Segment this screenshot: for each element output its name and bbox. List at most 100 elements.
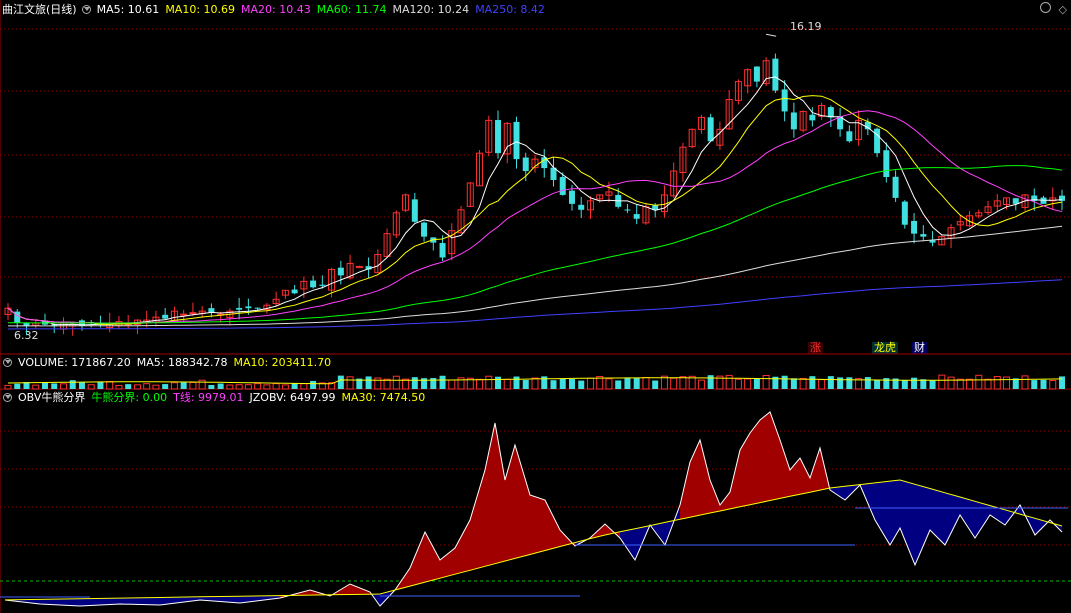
volume-bar-102 [947, 376, 955, 390]
volume-bar-73 [679, 376, 687, 390]
candle-body-91 [846, 131, 853, 142]
volume-bar-87 [809, 376, 816, 389]
ma120-line [8, 225, 1063, 327]
candle-body-83 [772, 58, 779, 91]
volume-bar-84 [781, 375, 788, 389]
obv-fill-52 [890, 480, 900, 545]
obv-fill-58 [975, 501, 990, 538]
volume-bar-32 [300, 383, 308, 390]
volume-bar-94 [874, 380, 881, 389]
volume-bar-40 [374, 377, 382, 390]
volume-bar-79 [734, 378, 742, 390]
candle-body-99 [920, 234, 927, 237]
candle-body-20 [189, 312, 197, 315]
volume-bar-90 [837, 377, 844, 389]
candle-body-47 [439, 243, 446, 258]
volume-bar-47 [439, 375, 446, 389]
obv-fill-45 [800, 458, 810, 495]
volume-bar-51 [476, 378, 484, 390]
obv-fill-14 [410, 532, 425, 587]
volume-bar-69 [642, 377, 650, 390]
volume-bar-12 [115, 384, 123, 390]
obv-fill-54 [915, 484, 930, 565]
volume-bar-72 [670, 377, 678, 390]
volume-bar-42 [392, 375, 400, 390]
volume-bar-104 [966, 378, 974, 390]
obv-fill-46 [810, 448, 820, 493]
volume-bar-108 [1003, 376, 1011, 390]
volume-bar-8 [78, 382, 85, 389]
candle-body-27 [254, 307, 261, 309]
obv-fill-29 [620, 528, 635, 560]
volume-bar-7 [69, 380, 76, 389]
volume-bar-88 [818, 379, 826, 390]
volume-bar-48 [448, 379, 456, 390]
volume-bar-4 [41, 381, 48, 389]
volume-bar-67 [624, 377, 631, 389]
candle-body-100 [929, 240, 936, 243]
candle-body-62 [578, 204, 585, 210]
obv-fill-43 [780, 440, 790, 499]
volume-bar-112 [1040, 379, 1047, 389]
volume-bar-19 [180, 382, 187, 389]
volume-bar-70 [652, 380, 659, 389]
volume-bar-31 [291, 383, 298, 389]
volume-bar-75 [697, 379, 705, 390]
candle-body-53 [495, 120, 502, 154]
obv-fill-51 [875, 481, 890, 545]
volume-bar-54 [503, 378, 511, 390]
volume-bar-11 [106, 381, 114, 390]
obv-fill-39 [740, 433, 750, 507]
volume-bar-106 [984, 378, 992, 390]
volume-bar-20 [189, 382, 197, 390]
candle-body-81 [753, 66, 760, 82]
volume-bar-9 [87, 384, 95, 390]
volume-bar-99 [920, 379, 927, 389]
volume-bar-85 [790, 378, 797, 389]
candle-body-61 [568, 190, 575, 204]
obv-fill-57 [960, 497, 975, 538]
obv-fill-17 [455, 520, 470, 575]
volume-bar-82 [762, 375, 770, 390]
candle-body-94 [874, 128, 881, 154]
volume-bar-60 [559, 378, 566, 389]
volume-bar-80 [744, 378, 752, 390]
candle-body-67 [624, 209, 631, 211]
volume-bar-21 [198, 379, 206, 390]
candle-body-36 [337, 267, 344, 276]
candle-body-87 [809, 114, 816, 121]
candle-body-56 [522, 157, 529, 172]
obv-fill-18 [470, 470, 485, 571]
obv-fill-38 [730, 450, 740, 509]
volume-bar-62 [578, 380, 585, 389]
volume-bar-113 [1049, 380, 1057, 390]
volume-bar-52 [485, 375, 493, 390]
volume-bar-59 [550, 380, 557, 389]
volume-bar-23 [217, 383, 224, 389]
volume-bar-76 [707, 375, 714, 389]
candle-body-44 [411, 199, 418, 222]
volume-bar-17 [162, 384, 169, 389]
candle-body-34 [319, 284, 326, 286]
chart-canvas [0, 0, 1071, 613]
volume-bar-55 [513, 376, 520, 389]
volume-bar-6 [59, 383, 67, 390]
volume-bar-89 [827, 376, 834, 389]
candle-body-25 [236, 307, 243, 310]
volume-bar-29 [272, 383, 280, 390]
obv-fill-22 [515, 445, 530, 559]
volume-bar-22 [208, 384, 215, 389]
candle-body-97 [901, 201, 908, 225]
high-marker [766, 33, 777, 37]
obv-fill-41 [760, 412, 770, 503]
volume-bar-0 [4, 384, 12, 390]
obv-fill-16 [440, 548, 455, 579]
candle-body-26 [245, 306, 252, 309]
candle-body-98 [911, 220, 918, 234]
obv-fill-20 [495, 423, 505, 564]
candle-body-96 [892, 176, 899, 198]
volume-bar-37 [346, 376, 354, 390]
volume-bar-100 [929, 380, 936, 389]
volume-bar-111 [1031, 380, 1038, 389]
volume-bar-13 [125, 384, 132, 389]
